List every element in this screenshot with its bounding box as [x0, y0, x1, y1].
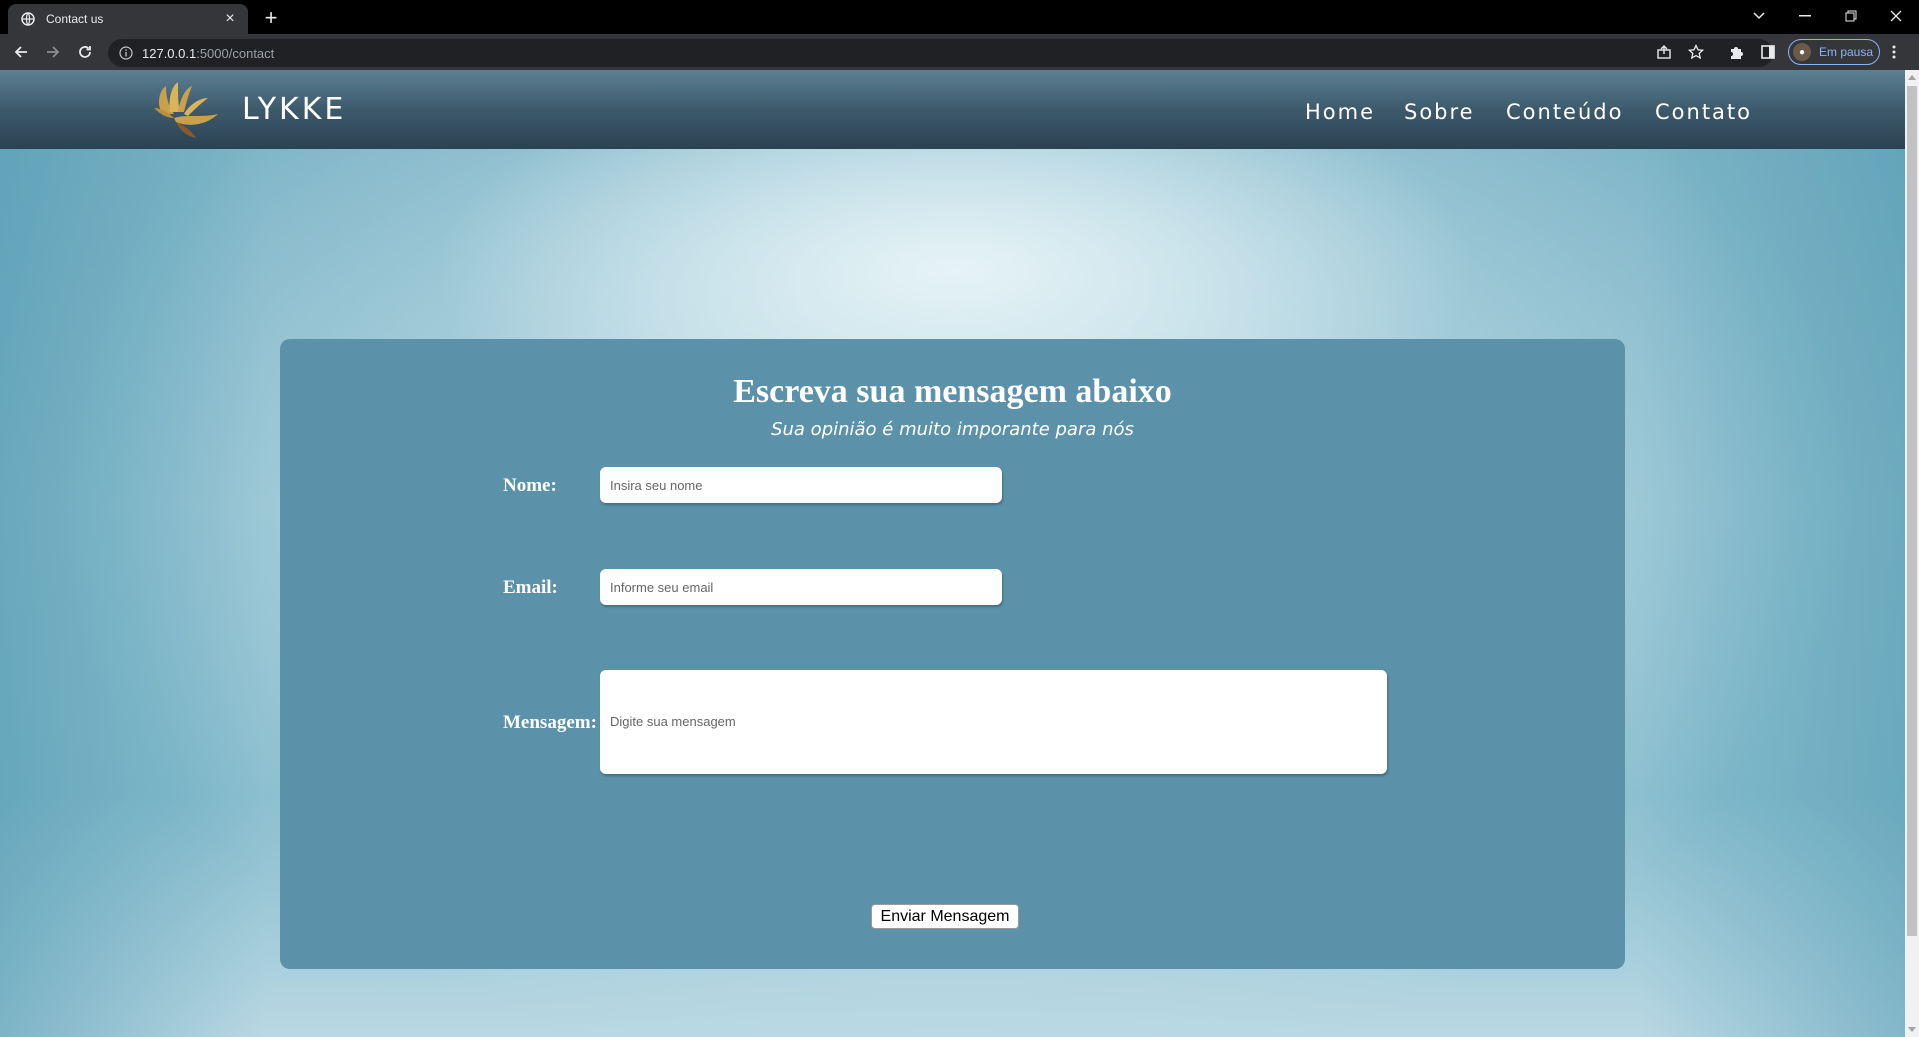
bookmark-star-icon[interactable] — [1684, 40, 1708, 64]
page-viewport: LYKKE Home Sobre Conteúdo Contato Escrev… — [0, 70, 1905, 1037]
reload-icon[interactable] — [73, 40, 97, 64]
lykke-logo[interactable] — [150, 78, 222, 138]
share-icon[interactable] — [1652, 40, 1676, 64]
tab-title: Contact us — [46, 12, 104, 26]
extensions-puzzle-icon[interactable] — [1724, 40, 1748, 64]
minimize-button[interactable] — [1782, 0, 1828, 32]
url-text: 127.0.0.1:5000/contact — [142, 46, 274, 61]
nav-sobre[interactable]: Sobre — [1404, 100, 1475, 124]
nav-conteudo[interactable]: Conteúdo — [1506, 100, 1623, 124]
address-bar[interactable]: 127.0.0.1:5000/contact — [108, 39, 1773, 67]
scroll-down-arrow-icon[interactable] — [1905, 1023, 1919, 1037]
new-tab-button[interactable]: + — [258, 6, 284, 30]
site-info-icon[interactable] — [118, 45, 134, 61]
back-arrow-icon[interactable] — [9, 40, 33, 64]
message-label: Mensagem: — [503, 712, 597, 733]
close-tab-icon[interactable]: × — [222, 11, 238, 27]
tab-search-icon[interactable] — [1736, 0, 1782, 32]
page-scrollbar[interactable] — [1905, 70, 1919, 1037]
side-panel-icon[interactable] — [1756, 40, 1780, 64]
restore-button[interactable] — [1828, 0, 1874, 32]
site-header: LYKKE Home Sobre Conteúdo Contato — [0, 70, 1905, 149]
nav-home[interactable]: Home — [1305, 100, 1375, 124]
form-subtitle: Sua opinião é muito imporante para nós — [771, 419, 1134, 440]
globe-icon — [20, 11, 36, 27]
email-label: Email: — [503, 577, 558, 598]
profile-status: Em pausa — [1819, 45, 1874, 59]
contact-form: Escreva sua mensagem abaixo Sua opinião … — [280, 339, 1625, 969]
nav-contato[interactable]: Contato — [1655, 100, 1752, 124]
kebab-menu-icon[interactable] — [1887, 40, 1901, 64]
browser-tab[interactable]: Contact us × — [8, 4, 248, 34]
message-textarea[interactable] — [600, 670, 1387, 774]
close-window-button[interactable] — [1873, 0, 1919, 32]
scroll-up-arrow-icon[interactable] — [1905, 70, 1919, 84]
browser-toolbar: 127.0.0.1:5000/contact ● Em pausa — [0, 34, 1919, 70]
url-host: 127.0.0.1 — [142, 45, 197, 61]
email-input[interactable] — [600, 569, 1002, 605]
name-input[interactable] — [600, 467, 1002, 503]
browser-titlebar: Contact us × + — [0, 0, 1919, 34]
profile-button[interactable]: ● Em pausa — [1788, 39, 1880, 65]
avatar: ● — [1793, 43, 1811, 61]
name-label: Nome: — [503, 475, 557, 496]
url-path: :5000/contact — [196, 45, 275, 61]
forward-arrow-icon[interactable] — [41, 40, 65, 64]
send-message-button[interactable]: Enviar Mensagem — [871, 904, 1019, 929]
form-title: Escreva sua mensagem abaixo — [733, 373, 1172, 410]
brand-name[interactable]: LYKKE — [242, 92, 346, 127]
scroll-thumb[interactable] — [1907, 86, 1917, 936]
